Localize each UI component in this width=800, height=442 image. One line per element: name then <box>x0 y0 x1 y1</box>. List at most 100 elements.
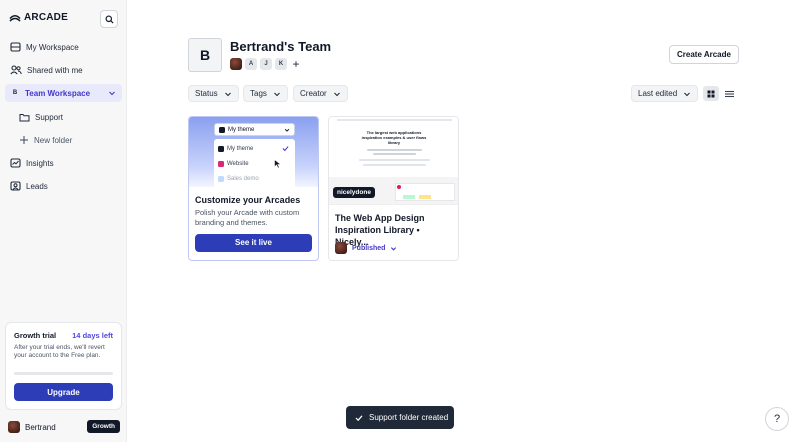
cursor-icon <box>274 159 282 169</box>
theme-select-preview: My theme <box>214 123 295 136</box>
promo-description: Polish your Arcade with custom branding … <box>195 208 300 227</box>
member-avatar[interactable]: J <box>260 58 272 70</box>
chevron-down-icon <box>274 92 280 96</box>
leads-icon <box>10 181 21 191</box>
grid-view-button[interactable] <box>703 86 719 101</box>
thumbnail-chip <box>403 195 415 199</box>
sidebar-item-insights[interactable]: Insights <box>5 154 122 172</box>
creator-tag: nicelydone <box>333 187 375 198</box>
search-icon <box>104 14 114 24</box>
team-members: A J K + <box>230 57 302 71</box>
chevron-down-icon <box>684 92 691 96</box>
member-avatar[interactable] <box>230 58 242 70</box>
theme-select-value: My theme <box>228 126 255 133</box>
sidebar-item-label: Leads <box>26 181 48 191</box>
workspace-icon <box>10 42 21 52</box>
arcade-card[interactable]: The largest web applications inspiration… <box>328 116 459 261</box>
theme-option-label: Website <box>227 160 249 167</box>
sidebar-item-shared-with-me[interactable]: Shared with me <box>5 61 122 79</box>
arcade-thumbnail[interactable]: The largest web applications inspiration… <box>329 117 458 205</box>
thumbnail-line <box>359 159 430 161</box>
logo-text: ARCADE <box>24 12 68 23</box>
plus-icon <box>20 136 28 144</box>
chevron-down-icon <box>284 128 290 132</box>
app-logo[interactable]: ARCADE <box>9 12 68 23</box>
theme-option: Sales demo <box>218 171 291 186</box>
view-toggle <box>703 86 739 101</box>
chevron-down-icon[interactable] <box>108 89 116 97</box>
check-icon <box>355 414 363 421</box>
sidebar: ARCADE My Workspace Shared with me B Tea… <box>0 0 127 442</box>
page-title: Bertrand's Team <box>230 39 332 54</box>
thumbnail-line <box>373 153 416 155</box>
thumbnail-line <box>367 149 422 151</box>
help-icon: ? <box>773 413 781 425</box>
sidebar-item-label: Team Workspace <box>25 88 91 98</box>
theme-option-label: My theme <box>227 145 254 152</box>
create-arcade-button[interactable]: Create Arcade <box>669 45 739 64</box>
trial-progress-bar <box>14 372 113 376</box>
creator-filter[interactable]: Creator <box>293 85 348 102</box>
thumbnail-dot <box>397 185 401 189</box>
check-icon <box>282 146 289 152</box>
thumbnail-line <box>363 164 426 166</box>
thumbnail-chip <box>419 195 431 199</box>
sidebar-item-label: Support <box>35 112 64 122</box>
sidebar-item-team-workspace[interactable]: B Team Workspace <box>5 84 122 102</box>
promo-illustration: My theme My theme Website Sales demo <box>189 117 318 187</box>
sidebar-item-my-workspace[interactable]: My Workspace <box>5 38 122 56</box>
user-name: Bertrand <box>25 422 56 432</box>
add-member-icon[interactable]: + <box>290 57 302 71</box>
sidebar-item-support[interactable]: Support <box>14 108 122 126</box>
user-menu[interactable]: Bertrand Growth <box>8 420 120 434</box>
list-view-button[interactable] <box>721 86 737 101</box>
users-icon <box>10 65 22 75</box>
sort-label: Last edited <box>638 89 678 98</box>
sidebar-item-leads[interactable]: Leads <box>5 177 122 195</box>
theme-option-list: My theme Website Sales demo <box>214 139 295 187</box>
theme-option: Website <box>218 156 291 171</box>
chart-icon <box>10 158 21 168</box>
status-badge[interactable]: Published <box>352 245 385 252</box>
sidebar-item-label: Insights <box>26 158 54 168</box>
theme-swatch <box>218 160 224 167</box>
theme-swatch <box>218 145 224 152</box>
avatar <box>8 421 20 433</box>
status-filter[interactable]: Status <box>188 85 239 102</box>
sort-dropdown[interactable]: Last edited <box>631 85 699 102</box>
arcade-logo-icon <box>9 14 21 22</box>
thumbnail-headline: The largest web applications inspiration… <box>361 130 427 145</box>
team-avatar: B <box>188 38 222 72</box>
sidebar-item-label: Shared with me <box>27 65 83 75</box>
toast-notification: Support folder created <box>346 406 454 429</box>
theme-swatch <box>219 126 225 133</box>
chevron-down-icon <box>333 92 340 96</box>
trial-days-left: 14 days left <box>72 331 113 340</box>
plan-badge: Growth <box>87 420 120 433</box>
search-button[interactable] <box>100 10 118 28</box>
theme-option-label: Sales demo <box>227 175 259 182</box>
upgrade-button[interactable]: Upgrade <box>14 383 113 402</box>
sidebar-item-new-folder[interactable]: New folder <box>14 131 122 149</box>
theme-swatch <box>218 175 224 182</box>
tags-filter[interactable]: Tags <box>243 85 288 102</box>
filter-label: Status <box>195 89 218 98</box>
toast-message: Support folder created <box>369 413 449 422</box>
see-it-live-button[interactable]: See it live <box>195 233 312 252</box>
customize-promo-card: My theme My theme Website Sales demo Cus… <box>188 116 319 261</box>
thumbnail-site-preview: The largest web applications inspiration… <box>329 117 458 177</box>
trial-description: After your trial ends, we'll revert your… <box>14 344 105 360</box>
trial-title: Growth trial <box>14 331 57 340</box>
filter-label: Tags <box>250 89 267 98</box>
promo-title: Customize your Arcades <box>195 195 301 205</box>
chevron-down-icon <box>224 92 231 96</box>
folder-icon <box>19 113 30 121</box>
help-button[interactable]: ? <box>765 407 789 431</box>
chevron-down-icon[interactable] <box>390 245 397 252</box>
grid-icon <box>707 90 715 97</box>
sidebar-item-label: My Workspace <box>26 42 79 52</box>
member-avatar[interactable]: K <box>275 58 287 70</box>
member-avatar[interactable]: A <box>245 58 257 70</box>
growth-trial-card: Growth trial 14 days left After your tri… <box>5 322 122 410</box>
avatar <box>335 242 347 254</box>
